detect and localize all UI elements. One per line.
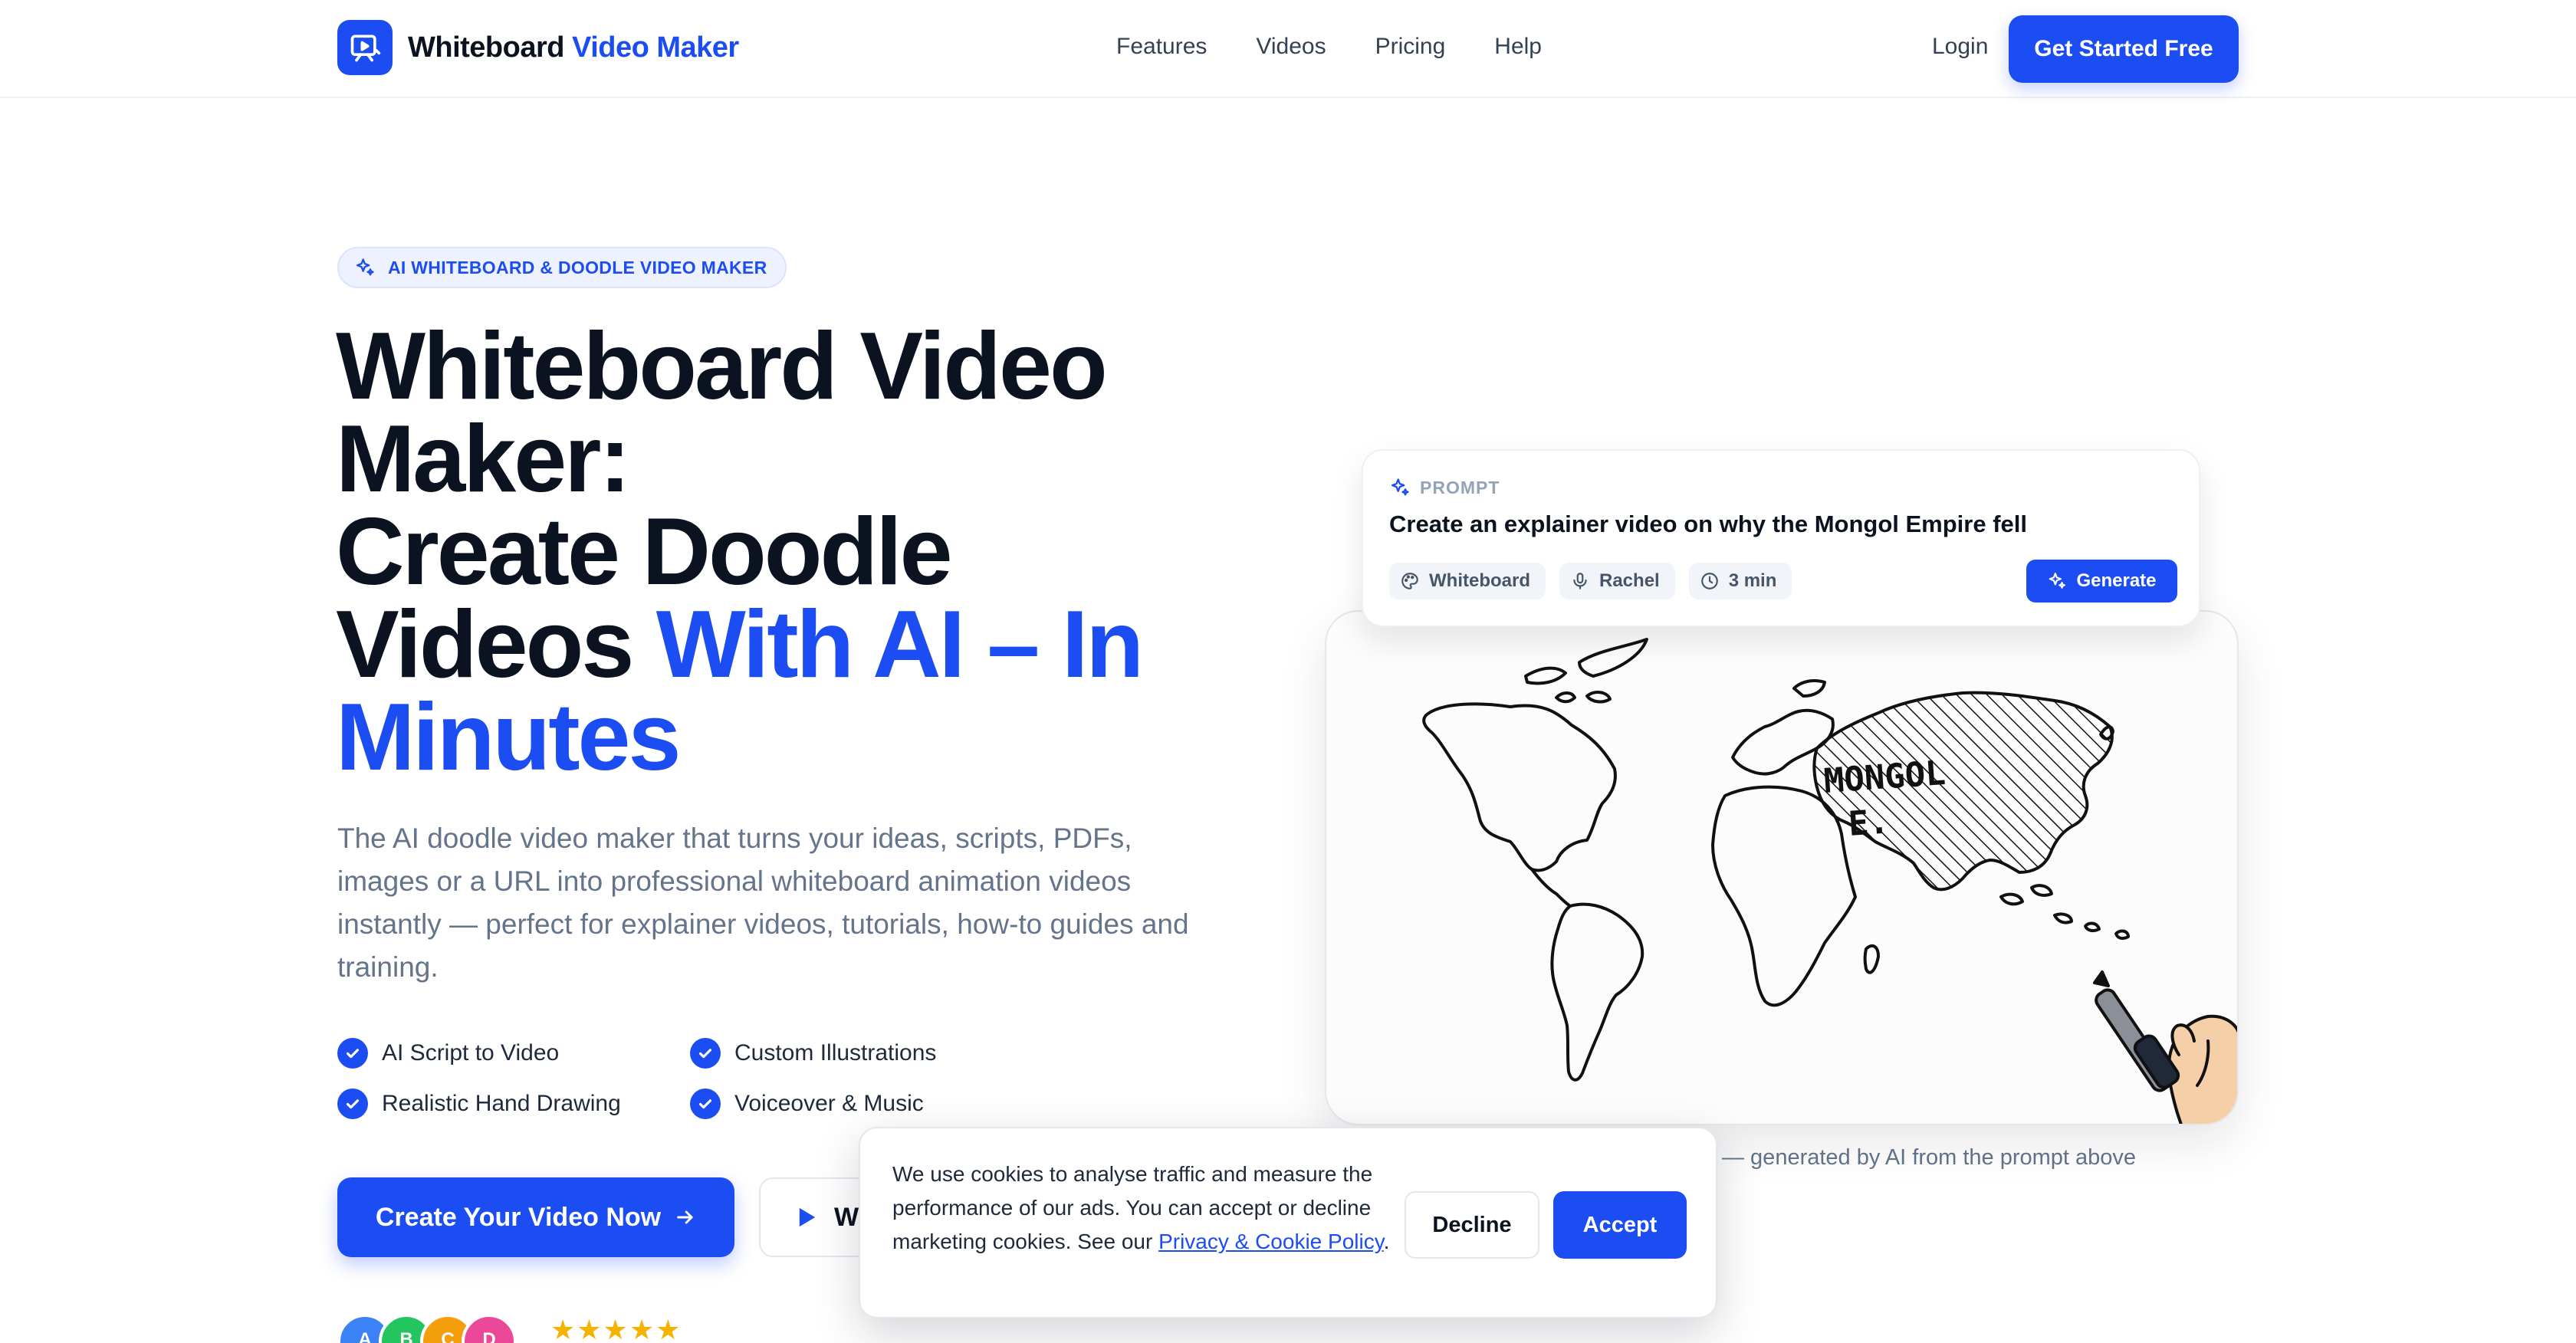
- hero-badge-text: AI WHITEBOARD & DOODLE VIDEO MAKER: [388, 257, 767, 277]
- cookie-banner: We use cookies to analyse traffic and me…: [859, 1127, 1717, 1318]
- headline-line5-blue: Minutes: [336, 685, 681, 790]
- feature-label: Realistic Hand Drawing: [382, 1091, 621, 1116]
- avatar-group: A B C D: [337, 1314, 517, 1343]
- login-link[interactable]: Login: [1932, 34, 1988, 60]
- headline-line3: Create Doodle: [336, 499, 953, 605]
- headline-line1: Whiteboard Video: [336, 314, 1108, 419]
- feature-item: Realistic Hand Drawing: [337, 1089, 690, 1119]
- hero-description: The AI doodle video maker that turns you…: [337, 823, 1189, 983]
- generate-label: Generate: [2076, 570, 2157, 591]
- feature-item: Voiceover & Music: [690, 1089, 1027, 1119]
- rating-stars: ★★★★★: [550, 1314, 682, 1343]
- logo-text: Whiteboard Video Maker: [408, 31, 739, 64]
- prompt-card: PROMPT Create an explainer video on why …: [1362, 449, 2200, 627]
- voice-chip[interactable]: Rachel: [1559, 563, 1675, 599]
- prompt-label-text: PROMPT: [1420, 477, 1500, 497]
- logo-text-part1: Whiteboard: [408, 31, 564, 64]
- duration-chip-label: 3 min: [1728, 570, 1777, 591]
- sparkles-icon: [2049, 573, 2066, 589]
- feature-item: Custom Illustrations: [690, 1038, 1027, 1069]
- check-circle-icon: [337, 1038, 368, 1069]
- cookie-period: .: [1383, 1230, 1390, 1253]
- watch-video-label: W: [834, 1202, 859, 1232]
- check-circle-icon: [690, 1038, 721, 1069]
- logo-text-part2: Video Maker: [572, 31, 739, 64]
- check-circle-icon: [337, 1089, 368, 1119]
- map-label-line2: E.: [1847, 802, 1890, 844]
- check-circle-icon: [690, 1089, 721, 1119]
- hero-badge: AI WHITEBOARD & DOODLE VIDEO MAKER: [337, 247, 787, 288]
- feature-label: Voiceover & Music: [734, 1091, 924, 1116]
- accept-cookies-button[interactable]: Accept: [1553, 1191, 1687, 1259]
- logo-play-icon: [337, 20, 393, 75]
- north-america-outline: [1422, 702, 1617, 872]
- nav-links: Features Videos Pricing Help: [1116, 34, 1542, 60]
- whiteboard-canvas: MONGOL E.: [1325, 610, 2239, 1125]
- cookie-text: We use cookies to analyse traffic and me…: [892, 1157, 1391, 1259]
- headline-line2: Maker:: [336, 406, 631, 512]
- prompt-options: Whiteboard Rachel 3 min: [1389, 563, 1792, 599]
- headline-line4-dark: Videos: [336, 592, 634, 698]
- nav-link-videos[interactable]: Videos: [1256, 34, 1326, 60]
- feature-label: AI Script to Video: [382, 1040, 560, 1066]
- clock-icon: [1700, 573, 1718, 589]
- style-chip[interactable]: Whiteboard: [1389, 563, 1546, 599]
- page: Whiteboard Video Maker Features Videos P…: [0, 0, 2576, 1343]
- play-icon: [799, 1207, 816, 1227]
- duration-chip[interactable]: 3 min: [1688, 563, 1792, 599]
- drawing-hand-icon: [2093, 970, 2237, 1124]
- sparkles-icon: [1391, 478, 1409, 496]
- logo[interactable]: Whiteboard Video Maker: [337, 20, 739, 75]
- africa-outline: [1711, 785, 1857, 1007]
- prompt-text[interactable]: Create an explainer video on why the Mon…: [1389, 511, 2027, 538]
- voice-chip-label: Rachel: [1599, 570, 1660, 591]
- avatar: D: [462, 1314, 517, 1343]
- world-map-drawing: MONGOL E.: [1422, 638, 2237, 1124]
- top-nav: Whiteboard Video Maker Features Videos P…: [0, 0, 2576, 98]
- privacy-policy-link[interactable]: Privacy & Cookie Policy: [1158, 1230, 1384, 1253]
- sparkles-icon: [356, 258, 374, 276]
- microphone-icon: [1573, 573, 1587, 589]
- nav-link-help[interactable]: Help: [1494, 34, 1542, 60]
- feature-list: AI Script to Video Custom Illustrations …: [337, 1038, 1027, 1119]
- feature-item: AI Script to Video: [337, 1038, 690, 1069]
- arrow-right-icon: [677, 1210, 693, 1224]
- canvas-caption: — generated by AI from the prompt above: [1722, 1145, 2137, 1170]
- style-chip-label: Whiteboard: [1429, 570, 1530, 591]
- create-video-button[interactable]: Create Your Video Now: [337, 1177, 734, 1257]
- south-america-outline: [1550, 902, 1644, 1082]
- decline-cookies-button[interactable]: Decline: [1405, 1191, 1539, 1259]
- create-video-label: Create Your Video Now: [375, 1202, 662, 1232]
- hero-headline: Whiteboard Video Maker: Create Doodle Vi…: [336, 319, 1256, 785]
- palette-icon: [1401, 573, 1418, 589]
- generate-button[interactable]: Generate: [2026, 560, 2177, 603]
- nav-link-features[interactable]: Features: [1116, 34, 1207, 60]
- prompt-label: PROMPT: [1389, 477, 1500, 498]
- feature-label: Custom Illustrations: [734, 1040, 937, 1066]
- nav-link-pricing[interactable]: Pricing: [1375, 34, 1446, 60]
- get-started-button[interactable]: Get Started Free: [2009, 15, 2239, 83]
- headline-line4-blue: With AI – In: [656, 592, 1144, 698]
